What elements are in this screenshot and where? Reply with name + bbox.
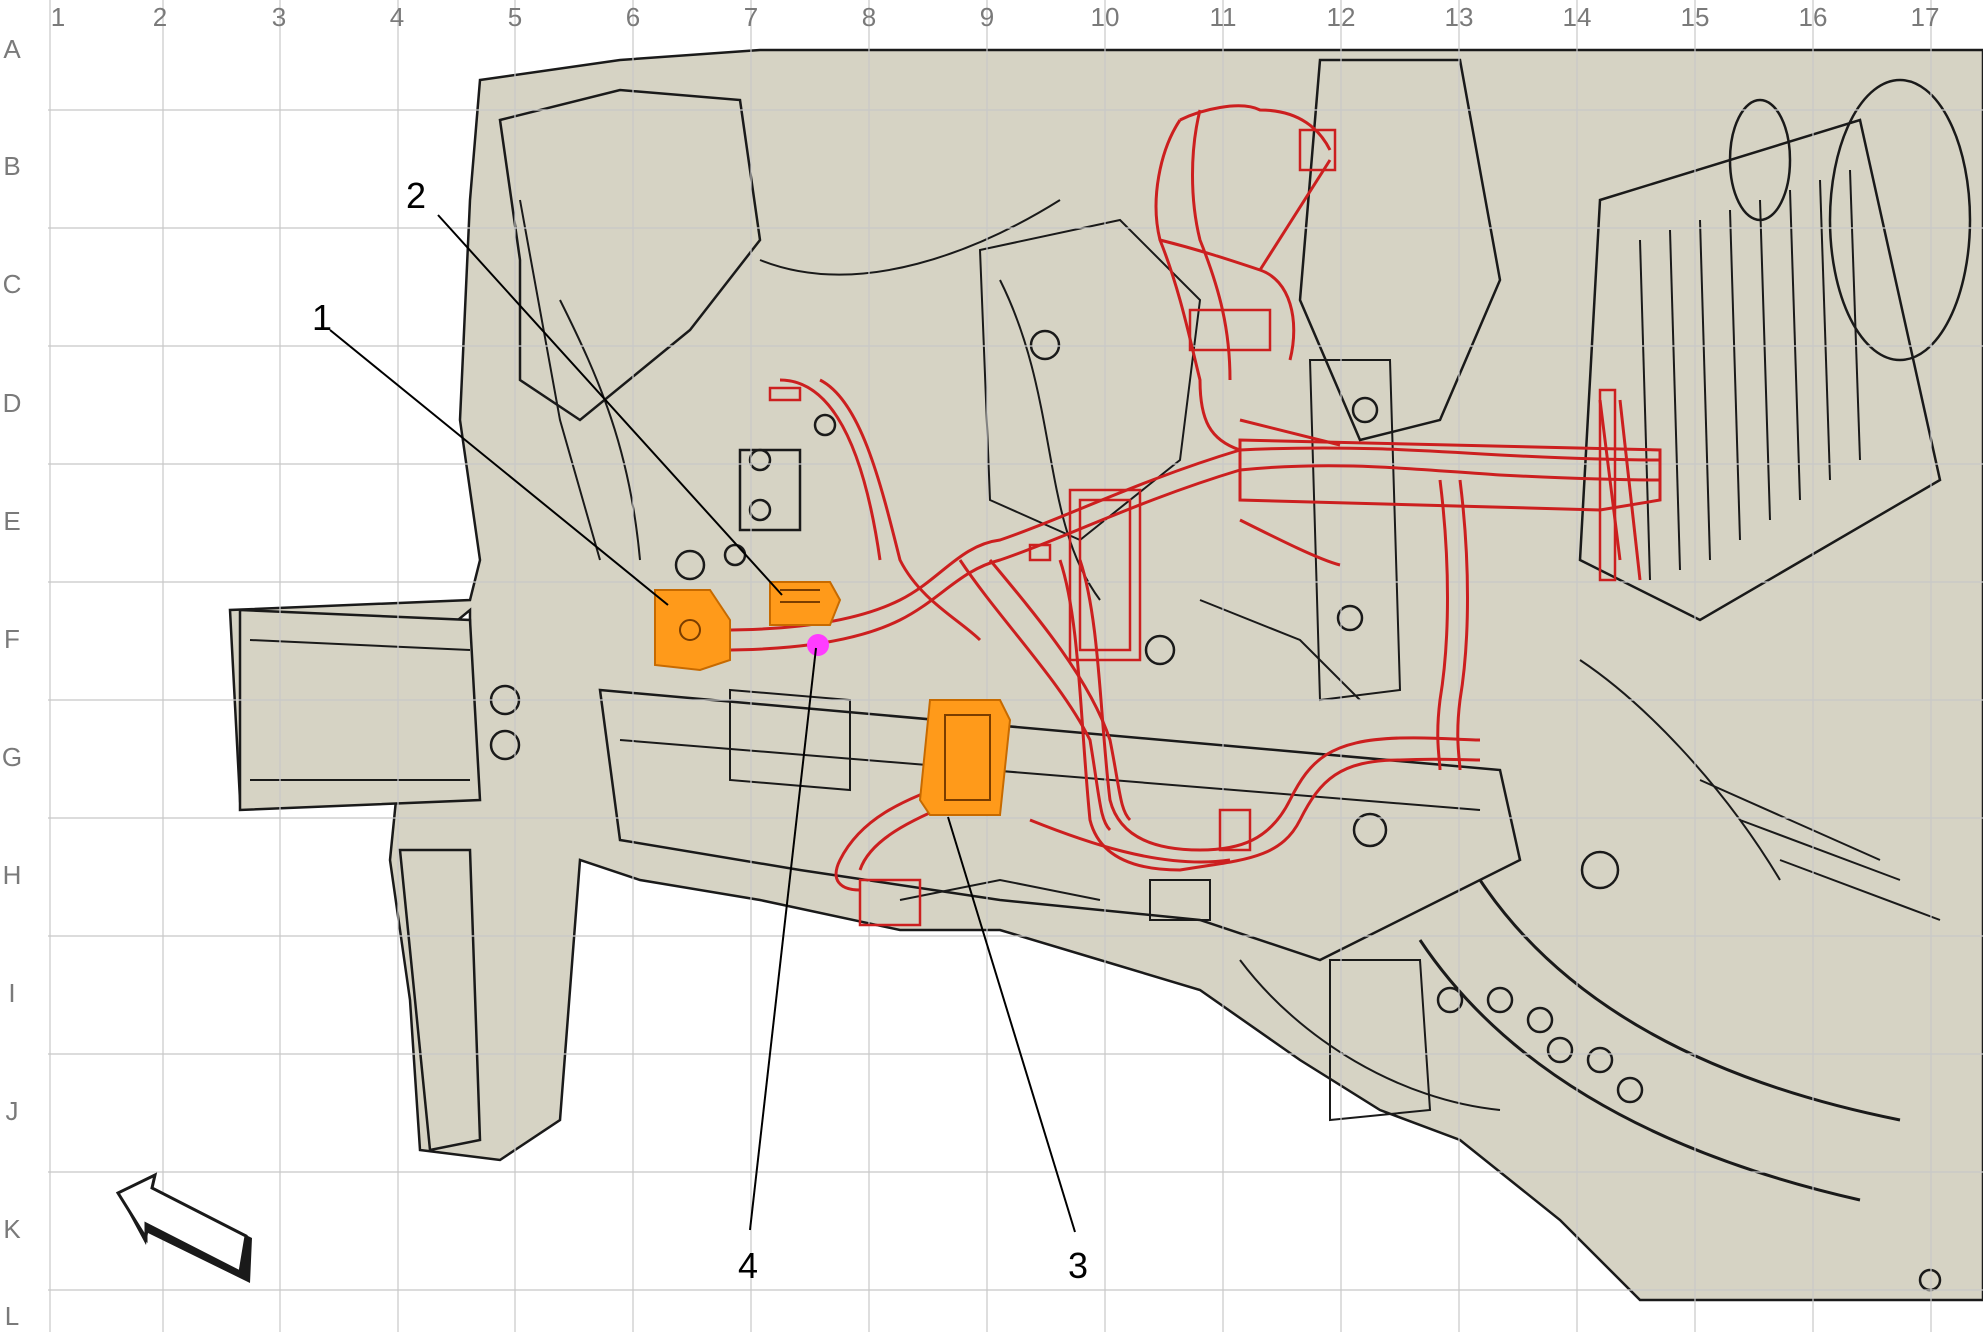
column-label: 1 (51, 2, 65, 32)
component-3-module (918, 699, 1012, 816)
column-label: 11 (1210, 2, 1237, 32)
column-label: 10 (1091, 2, 1120, 32)
row-label: D (3, 388, 22, 418)
wiring-locator-diagram: 1 2 3 4 5 6 7 8 9 10 11 12 13 14 15 16 1… (2, 0, 1983, 1332)
vehicle-body (228, 48, 1983, 1302)
column-label: 14 (1563, 2, 1592, 32)
callout-2: 2 (406, 175, 426, 216)
row-label: H (3, 860, 22, 890)
row-label: J (6, 1096, 19, 1126)
column-label: 9 (980, 2, 994, 32)
row-label: C (3, 269, 22, 299)
grid-column-labels: 1 2 3 4 5 6 7 8 9 10 11 12 13 14 15 16 1… (51, 2, 1940, 32)
column-label: 12 (1327, 2, 1356, 32)
callout-3: 3 (1068, 1245, 1088, 1286)
row-label: A (3, 34, 21, 64)
row-label: G (2, 742, 22, 772)
column-label: 4 (390, 2, 404, 32)
component-2-connector (769, 581, 842, 626)
grid-row-labels: A B C D E F G H I J K L (2, 34, 22, 1331)
row-label: I (8, 978, 15, 1008)
column-label: 16 (1799, 2, 1828, 32)
column-label: 5 (508, 2, 522, 32)
row-label: B (3, 151, 20, 181)
column-label: 15 (1681, 2, 1710, 32)
row-label: L (5, 1301, 19, 1331)
callout-4: 4 (738, 1245, 758, 1286)
front-direction-arrow-icon (115, 1172, 252, 1283)
row-label: K (3, 1214, 21, 1244)
component-1-connector (654, 589, 731, 672)
column-label: 8 (862, 2, 876, 32)
column-label: 2 (153, 2, 167, 32)
column-label: 7 (744, 2, 758, 32)
column-label: 13 (1445, 2, 1474, 32)
column-label: 6 (626, 2, 640, 32)
callout-1: 1 (312, 297, 332, 338)
row-label: F (4, 624, 20, 654)
component-4-splice-point (807, 634, 829, 656)
column-label: 17 (1911, 2, 1940, 32)
row-label: E (3, 506, 20, 536)
column-label: 3 (272, 2, 286, 32)
